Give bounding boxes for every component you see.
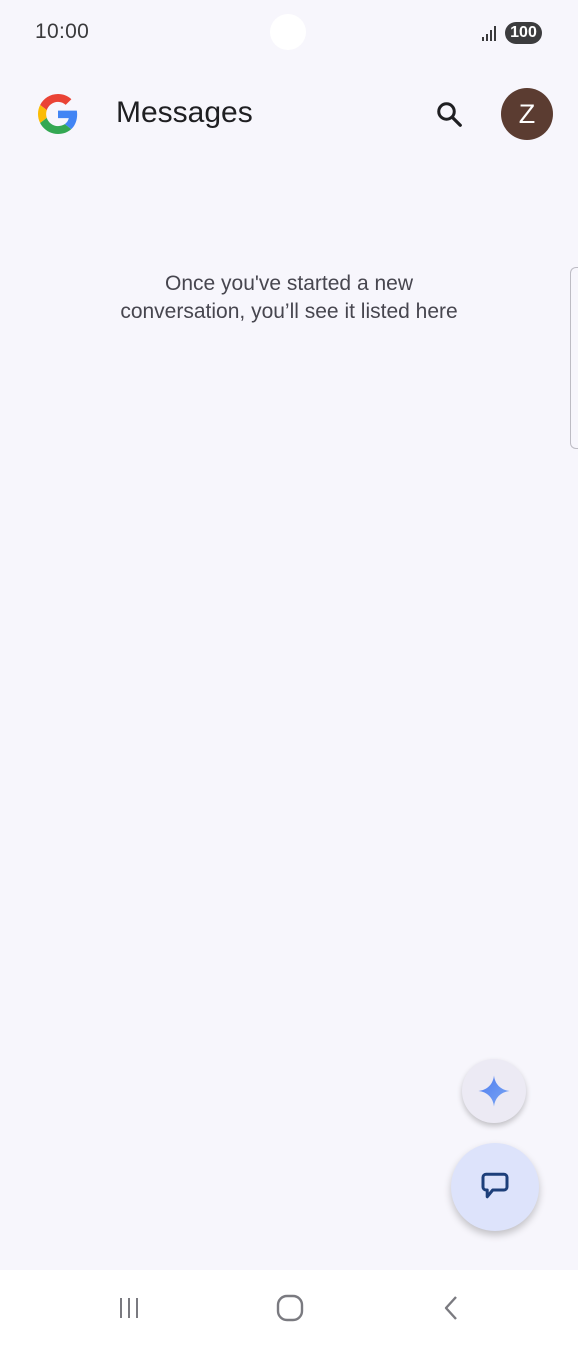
back-icon (444, 1296, 457, 1320)
app-bar: Messages Z (0, 70, 578, 160)
edge-panel-handle[interactable] (570, 267, 578, 449)
battery-icon: 100 (505, 22, 542, 44)
recents-icon (120, 1298, 138, 1318)
chat-bubble-icon (481, 1172, 509, 1199)
camera-cutout (270, 14, 306, 50)
home-icon (276, 1294, 304, 1322)
google-logo-icon (38, 94, 78, 134)
empty-state-line-1: Once you've started a new (165, 272, 413, 295)
battery-level: 100 (510, 24, 537, 41)
search-icon (437, 102, 462, 127)
messages-screen: 10:00 100 Messages Z Once you've started… (0, 0, 578, 1348)
home-button[interactable] (270, 1288, 310, 1328)
sparkle-icon (478, 1075, 510, 1107)
account-avatar[interactable]: Z (501, 88, 553, 140)
start-chat-button[interactable] (451, 1143, 539, 1231)
empty-state-line-2: conversation, you’ll see it listed here (120, 300, 458, 323)
recents-button[interactable] (109, 1288, 149, 1328)
back-button[interactable] (432, 1288, 472, 1328)
status-time: 10:00 (35, 20, 90, 43)
status-bar: 10:00 100 (0, 0, 578, 66)
signal-icon (482, 26, 496, 41)
system-navigation-bar (0, 1270, 578, 1348)
empty-state-message: Once you've started a new conversation, … (60, 270, 518, 326)
page-title: Messages (116, 96, 253, 129)
avatar-initial: Z (518, 99, 536, 129)
search-button[interactable] (427, 92, 471, 136)
gemini-button[interactable] (462, 1059, 526, 1123)
